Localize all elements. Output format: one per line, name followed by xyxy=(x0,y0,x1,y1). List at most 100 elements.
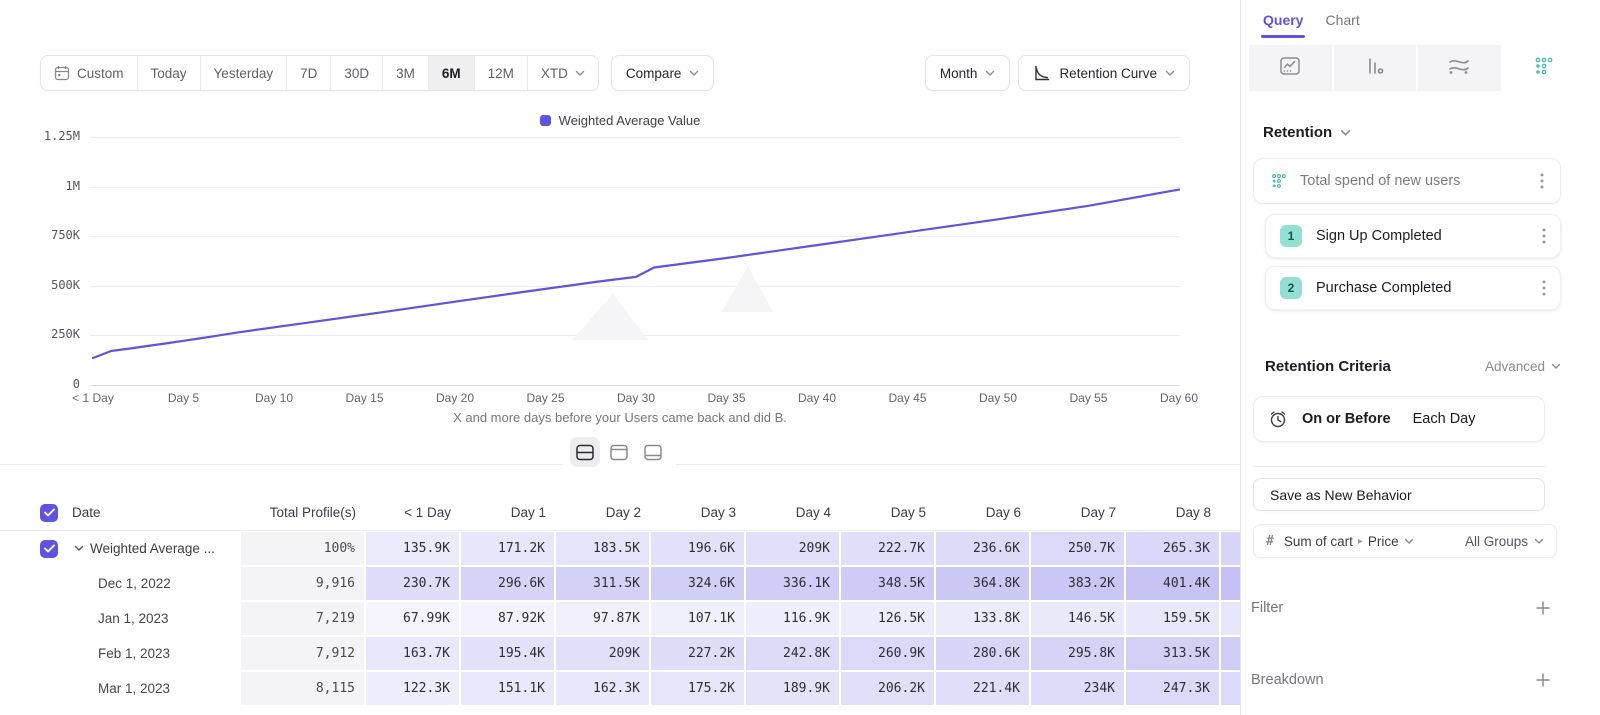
total-profiles-cell: 8,115 xyxy=(240,671,365,706)
table-layout-toggle xyxy=(562,437,676,467)
add-breakdown-button[interactable] xyxy=(1533,670,1553,690)
heat-cell: 97.87K xyxy=(555,601,650,636)
step-card-1[interactable]: 1 Sign Up Completed xyxy=(1265,214,1561,258)
sidebar-tabs: Query Chart xyxy=(1263,12,1360,36)
kebab-menu-icon[interactable] xyxy=(1538,276,1550,300)
layout-split-rows-button[interactable] xyxy=(570,437,600,467)
x-axis-tick: Day 40 xyxy=(779,391,855,405)
add-filter-button[interactable] xyxy=(1533,598,1553,618)
heat-cell-clipped xyxy=(1220,601,1240,636)
heat-cell-clipped xyxy=(1220,566,1240,601)
kebab-menu-icon[interactable] xyxy=(1538,224,1550,248)
heat-cell: 230.7K xyxy=(365,566,460,601)
number-property-icon: # xyxy=(1266,534,1274,549)
chevron-down-icon[interactable] xyxy=(74,545,84,552)
gridline xyxy=(90,187,1180,188)
heat-cell: 336.1K xyxy=(745,566,840,601)
table-row: Dec 1, 20229,916230.7K296.6K311.5K324.6K… xyxy=(0,566,1240,601)
y-axis-tick: 1.25M xyxy=(8,129,80,143)
range-today[interactable]: Today xyxy=(138,56,201,90)
range-xtd[interactable]: XTD xyxy=(528,56,598,90)
compare-button[interactable]: Compare xyxy=(611,55,715,91)
range-7d[interactable]: 7D xyxy=(287,56,331,90)
filter-label: Filter xyxy=(1251,600,1283,616)
range-6m[interactable]: 6M xyxy=(429,56,475,90)
gridline xyxy=(90,385,1180,386)
row-checkbox-empty xyxy=(40,671,72,706)
row-label-date: Mar 1, 2023 xyxy=(72,671,240,706)
advanced-dropdown[interactable]: Advanced xyxy=(1485,359,1561,374)
query-sidebar: Query Chart Retention Total spend of new… xyxy=(1240,0,1600,715)
tab-query[interactable]: Query xyxy=(1263,12,1303,36)
retention-criteria-label: Retention Criteria xyxy=(1265,358,1391,375)
breadcrumb-arrow-icon: ▸ xyxy=(1358,536,1363,547)
y-axis-tick: 750K xyxy=(8,228,80,242)
range-custom[interactable]: Custom xyxy=(41,56,138,90)
range-yesterday[interactable]: Yesterday xyxy=(201,56,288,90)
date-range-control: CustomTodayYesterday7D30D3M6M12MXTD xyxy=(40,55,599,91)
x-axis-tick: Day 25 xyxy=(508,391,584,405)
heat-cell: 189.9K xyxy=(745,671,840,706)
range-3m[interactable]: 3M xyxy=(383,56,429,90)
checkbox-checked[interactable] xyxy=(40,504,58,522)
range-30d[interactable]: 30D xyxy=(331,56,383,90)
retention-section-header[interactable]: Retention xyxy=(1263,124,1351,141)
row-label-weighted-average[interactable]: Weighted Average ... xyxy=(72,531,240,566)
column-header-day-3: Day 3 xyxy=(650,495,745,530)
row-label-date: Dec 1, 2022 xyxy=(72,566,240,601)
chart-type-button[interactable]: Retention Curve xyxy=(1018,55,1190,91)
chart-type-label: Retention Curve xyxy=(1059,66,1157,81)
heat-cell: 175.2K xyxy=(650,671,745,706)
x-axis-tick: Day 30 xyxy=(598,391,674,405)
x-axis-tick: Day 45 xyxy=(870,391,946,405)
range-12m[interactable]: 12M xyxy=(475,56,528,90)
column-header-day-4: Day 4 xyxy=(745,495,840,530)
heat-cell: 311.5K xyxy=(555,566,650,601)
x-axis-tick: Day 15 xyxy=(327,391,403,405)
metric-property-dropdown[interactable]: Sum of cart ▸ Price xyxy=(1284,534,1414,549)
heat-cell: 364.8K xyxy=(935,566,1030,601)
retention-curve-icon xyxy=(1033,64,1051,82)
total-profiles-cell: 100% xyxy=(240,531,365,566)
layout-table-bottom-button[interactable] xyxy=(638,437,668,467)
flows-report-button[interactable] xyxy=(1418,45,1501,91)
criteria-card[interactable]: On or Before Each Day xyxy=(1253,396,1545,442)
chevron-down-icon xyxy=(1534,538,1544,545)
heat-cell: 135.9K xyxy=(365,531,460,566)
gridline xyxy=(90,236,1180,237)
heat-cell: 209K xyxy=(745,531,840,566)
insights-report-button[interactable] xyxy=(1249,45,1332,91)
all-groups-dropdown[interactable]: All Groups xyxy=(1465,534,1544,549)
heat-cell: 171.2K xyxy=(460,531,555,566)
column-header-day-6: Day 6 xyxy=(935,495,1030,530)
heat-cell: 196.6K xyxy=(650,531,745,566)
heat-cell: 146.5K xyxy=(1030,601,1125,636)
table-row: Mar 1, 20238,115122.3K151.1K162.3K175.2K… xyxy=(0,671,1240,706)
behavior-title: Total spend of new users xyxy=(1300,173,1536,189)
step-card-2[interactable]: 2 Purchase Completed xyxy=(1265,266,1561,310)
behavior-card[interactable]: Total spend of new users xyxy=(1253,158,1561,204)
save-as-new-behavior-button[interactable]: Save as New Behavior xyxy=(1253,478,1545,511)
select-all-checkbox[interactable] xyxy=(40,495,72,530)
granularity-button[interactable]: Month xyxy=(925,55,1011,91)
row-checkbox[interactable] xyxy=(40,531,72,566)
funnels-report-button[interactable] xyxy=(1334,45,1417,91)
row-checkbox-empty xyxy=(40,566,72,601)
tab-chart[interactable]: Chart xyxy=(1325,12,1359,36)
retention-section-label: Retention xyxy=(1263,124,1332,141)
layout-chart-top-button[interactable] xyxy=(604,437,634,467)
retention-report-button[interactable] xyxy=(1503,45,1586,91)
heat-cell: 107.1K xyxy=(650,601,745,636)
criteria-frequency[interactable]: Each Day xyxy=(1413,411,1476,427)
chevron-down-icon xyxy=(1340,129,1351,137)
chart-legend[interactable]: Weighted Average Value xyxy=(0,113,1240,128)
column-header-clipped xyxy=(1220,495,1240,530)
heat-cell: 206.2K xyxy=(840,671,935,706)
gridline xyxy=(90,286,1180,287)
checkbox-checked[interactable] xyxy=(40,540,58,558)
main-panel: CustomTodayYesterday7D30D3M6M12MXTD Comp… xyxy=(0,0,1240,715)
retention-dots-icon xyxy=(1533,56,1555,81)
kebab-menu-icon[interactable] xyxy=(1536,169,1548,193)
heat-cell: 227.2K xyxy=(650,636,745,671)
heat-cell: 236.6K xyxy=(935,531,1030,566)
